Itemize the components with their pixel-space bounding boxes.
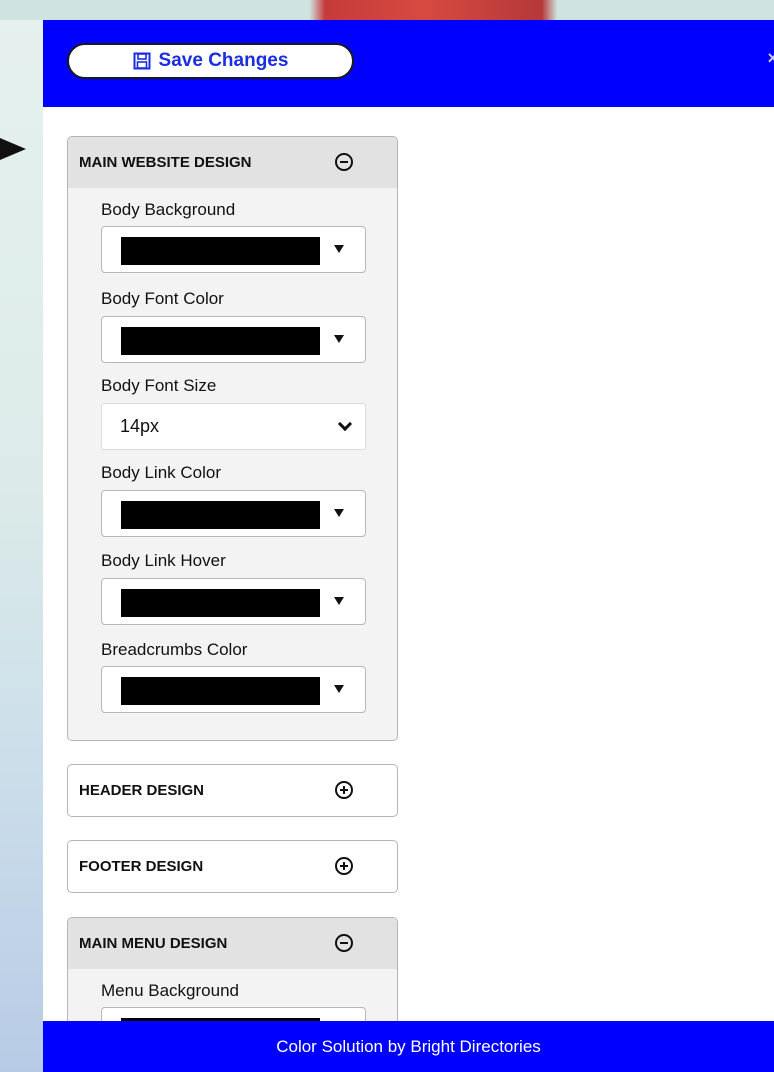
section-header[interactable]: FOOTER DESIGN bbox=[68, 841, 397, 892]
field-label-body-font-size: Body Font Size bbox=[101, 376, 217, 395]
section-main-website-design: MAIN WEBSITE DESIGN Body Background Body… bbox=[67, 136, 398, 741]
color-swatch bbox=[121, 677, 320, 705]
arrow-right-icon bbox=[0, 138, 26, 160]
color-swatch bbox=[121, 589, 320, 617]
top-toolbar: Save Changes × bbox=[43, 20, 774, 107]
field-label-body-font-color: Body Font Color bbox=[101, 289, 224, 308]
section-header[interactable]: MAIN MENU DESIGN bbox=[68, 918, 397, 969]
footer-credit: Color Solution by Bright Directories bbox=[276, 1036, 541, 1056]
section-title: HEADER DESIGN bbox=[79, 782, 205, 799]
color-swatch bbox=[121, 237, 320, 265]
field-label-menu-background: Menu Background bbox=[101, 981, 239, 1000]
footer-bar: Color Solution by Bright Directories bbox=[43, 1021, 774, 1072]
close-icon[interactable]: × bbox=[767, 48, 774, 69]
field-label-body-link-color: Body Link Color bbox=[101, 463, 222, 482]
floppy-disk-icon bbox=[133, 52, 151, 70]
section-title: FOOTER DESIGN bbox=[79, 858, 204, 875]
field-label-breadcrumbs-color: Breadcrumbs Color bbox=[101, 640, 248, 659]
minus-circle-icon[interactable] bbox=[335, 153, 353, 171]
caret-down-icon bbox=[334, 597, 344, 605]
body-font-color-picker[interactable] bbox=[101, 316, 366, 363]
section-header[interactable]: MAIN WEBSITE DESIGN bbox=[68, 137, 397, 188]
field-label-body-background: Body Background bbox=[101, 200, 236, 219]
breadcrumbs-color-picker[interactable] bbox=[101, 666, 366, 713]
chevron-down-icon bbox=[337, 416, 353, 432]
section-footer-design: FOOTER DESIGN bbox=[67, 840, 398, 893]
save-changes-button[interactable]: Save Changes bbox=[67, 43, 354, 79]
color-swatch bbox=[121, 327, 320, 355]
section-main-menu-design: MAIN MENU DESIGN Menu Background bbox=[67, 917, 398, 1037]
caret-down-icon bbox=[334, 685, 344, 693]
selected-value: 14px bbox=[120, 416, 160, 436]
body-background-color-picker[interactable] bbox=[101, 226, 366, 273]
minus-circle-icon[interactable] bbox=[335, 934, 353, 952]
section-header-design: HEADER DESIGN bbox=[67, 764, 398, 817]
body-link-hover-color-picker[interactable] bbox=[101, 578, 366, 625]
plus-circle-icon[interactable] bbox=[335, 857, 353, 875]
section-title: MAIN MENU DESIGN bbox=[79, 935, 228, 952]
background-page-strip bbox=[0, 0, 774, 20]
caret-down-icon bbox=[334, 245, 344, 253]
body-link-color-picker[interactable] bbox=[101, 490, 366, 537]
color-swatch bbox=[121, 501, 320, 529]
caret-down-icon bbox=[334, 335, 344, 343]
section-title: MAIN WEBSITE DESIGN bbox=[79, 154, 252, 171]
plus-circle-icon[interactable] bbox=[335, 781, 353, 799]
field-label-body-link-hover: Body Link Hover bbox=[101, 551, 226, 570]
color-editor-panel: Save Changes × MAIN WEBSITE DESIGN Body … bbox=[43, 20, 774, 1072]
section-header[interactable]: HEADER DESIGN bbox=[68, 765, 397, 816]
caret-down-icon bbox=[334, 509, 344, 517]
body-font-size-select[interactable]: 14px bbox=[101, 403, 366, 450]
save-changes-label: Save Changes bbox=[158, 50, 289, 71]
